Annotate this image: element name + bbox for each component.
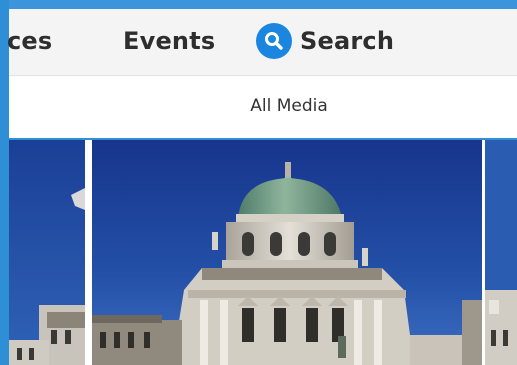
nav-item-places[interactable]: ces [7,27,52,55]
building-photo-left [9,140,85,365]
nav-item-events[interactable]: Events [123,27,215,55]
search-label: Search [300,27,395,55]
media-filter-bar: All Media [9,76,517,138]
gallery-thumbnail-right[interactable] [485,140,517,365]
nav-item-search[interactable]: Search [256,23,394,59]
top-navigation-bar: ces Events Search [7,9,517,76]
window-frame-top [0,0,517,9]
domed-church-photo [92,140,482,365]
all-media-filter[interactable]: All Media [9,96,517,116]
gallery-thumbnail-main[interactable] [92,140,482,365]
search-icon [256,23,292,59]
media-gallery [9,140,517,365]
gallery-thumbnail-left[interactable] [9,140,85,365]
building-photo-right [485,140,517,365]
